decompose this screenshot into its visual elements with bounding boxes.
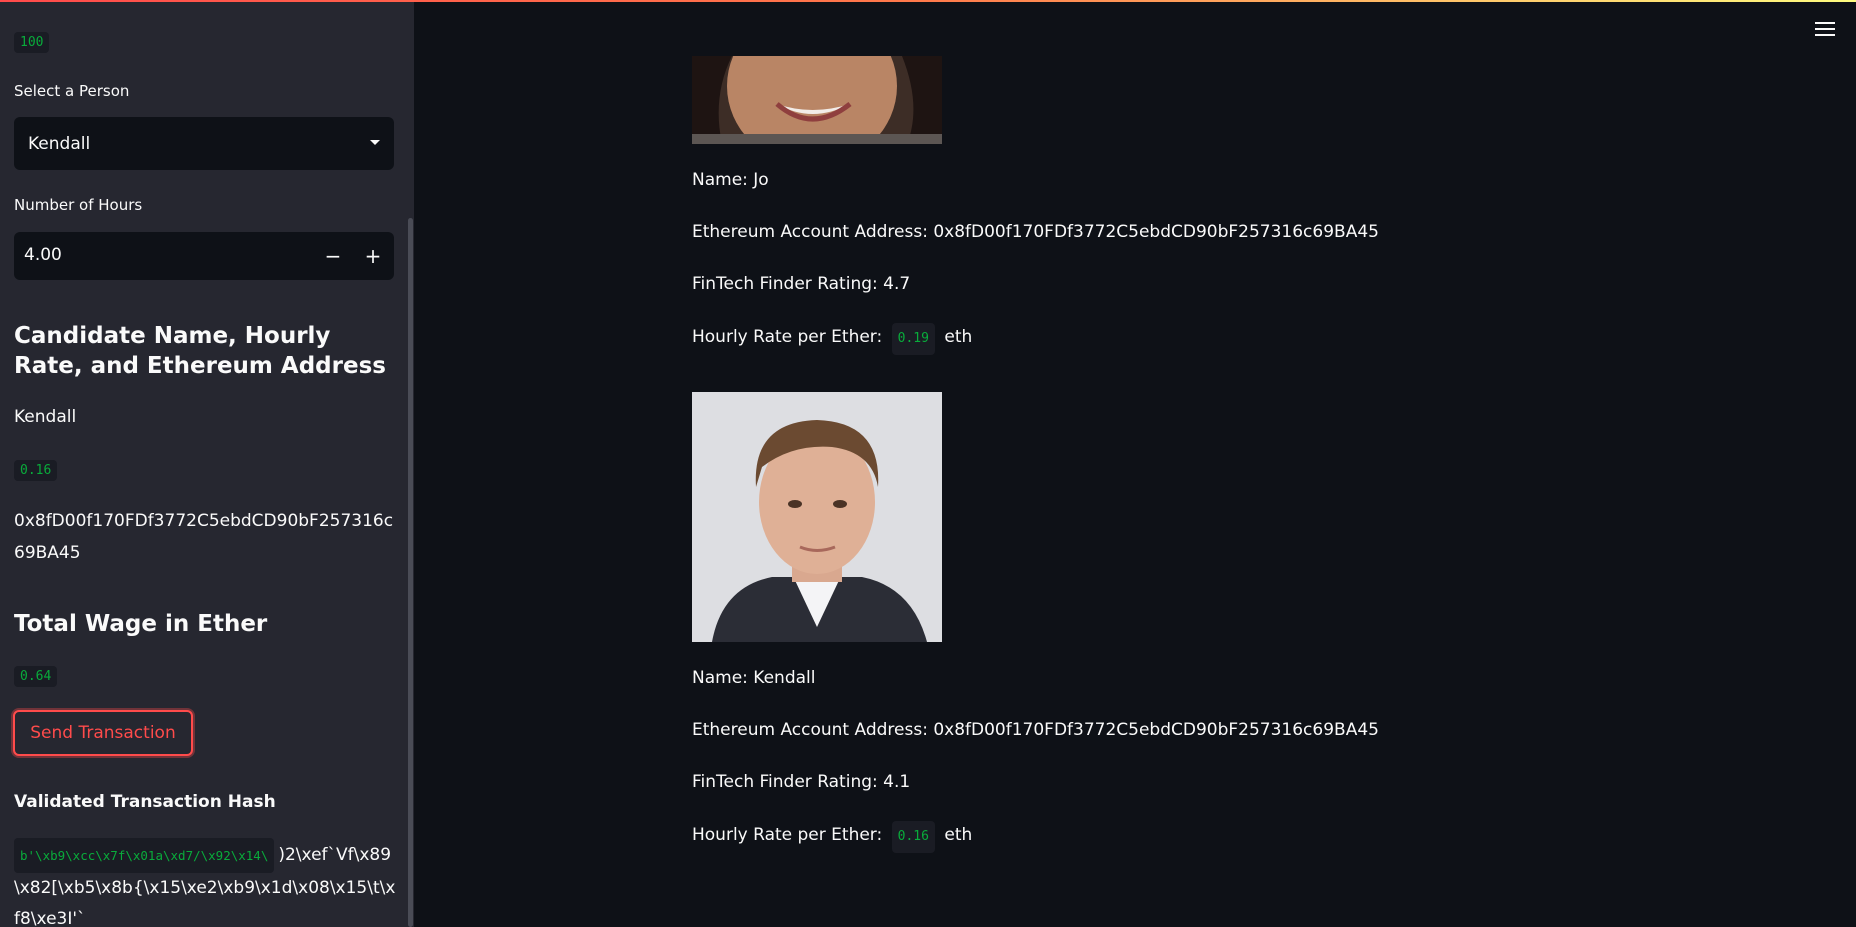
candidate-photo-jo bbox=[692, 56, 942, 144]
candidate-1-address: Ethereum Account Address: 0x8fD00f170FDf… bbox=[692, 222, 1379, 242]
rate-value: 0.16 bbox=[891, 821, 935, 853]
candidate-address: 0x8fD00f170FDf3772C5ebdCD90bF257316c69BA… bbox=[14, 511, 394, 563]
candidate-2-name: Name: Kendall bbox=[692, 668, 816, 688]
rate-prefix: Hourly Rate per Ether: bbox=[692, 825, 883, 845]
caret-down-icon bbox=[370, 140, 380, 145]
wage-heading: Total Wage in Ether bbox=[14, 611, 268, 637]
send-transaction-button[interactable]: Send Transaction bbox=[13, 710, 193, 756]
rate-suffix: eth bbox=[944, 327, 973, 347]
candidate-2-rating: FinTech Finder Rating: 4.1 bbox=[692, 772, 911, 792]
select-person-label: Select a Person bbox=[14, 82, 130, 100]
candidate-1-name: Name: Jo bbox=[692, 170, 769, 190]
rate-value: 0.19 bbox=[891, 323, 935, 355]
sidebar: 100 Select a Person Kendall Number of Ho… bbox=[0, 0, 414, 927]
hash-heading: Validated Transaction Hash bbox=[14, 792, 276, 812]
candidate-1-rate: Hourly Rate per Ether: 0.19 eth bbox=[692, 323, 972, 355]
candidate-2-address: Ethereum Account Address: 0x8fD00f170FDf… bbox=[692, 720, 1379, 740]
candidate-2-rate: Hourly Rate per Ether: 0.16 eth bbox=[692, 821, 972, 853]
transaction-hash: b'\xb9\xcc\x7f\x01a\xd7/\x92\x14\)2\xef`… bbox=[14, 838, 396, 927]
increment-button[interactable]: + bbox=[357, 240, 389, 272]
hash-code: b'\xb9\xcc\x7f\x01a\xd7/\x92\x14\ bbox=[14, 838, 275, 873]
top-decoration-bar bbox=[0, 0, 1856, 2]
person-select-value: Kendall bbox=[28, 133, 91, 154]
top-value: 100 bbox=[14, 32, 50, 53]
hours-value[interactable]: 4.00 bbox=[24, 245, 62, 265]
hamburger-menu-icon[interactable] bbox=[1815, 22, 1835, 38]
candidate-heading: Candidate Name, Hourly Rate, and Ethereu… bbox=[14, 323, 386, 379]
hours-label: Number of Hours bbox=[14, 196, 143, 214]
rate-suffix: eth bbox=[944, 825, 973, 845]
candidate-photo-kendall bbox=[692, 392, 942, 642]
person-select[interactable]: Kendall bbox=[14, 117, 394, 170]
hours-input[interactable]: 4.00 − + bbox=[14, 232, 394, 280]
wage-value: 0.64 bbox=[14, 666, 58, 687]
rate-prefix: Hourly Rate per Ether: bbox=[692, 327, 883, 347]
candidate-rate: 0.16 bbox=[14, 460, 58, 481]
candidate-1-rating: FinTech Finder Rating: 4.7 bbox=[692, 274, 911, 294]
sidebar-scrollbar[interactable] bbox=[408, 218, 413, 927]
candidate-name: Kendall bbox=[14, 407, 77, 427]
decrement-button[interactable]: − bbox=[317, 240, 349, 272]
